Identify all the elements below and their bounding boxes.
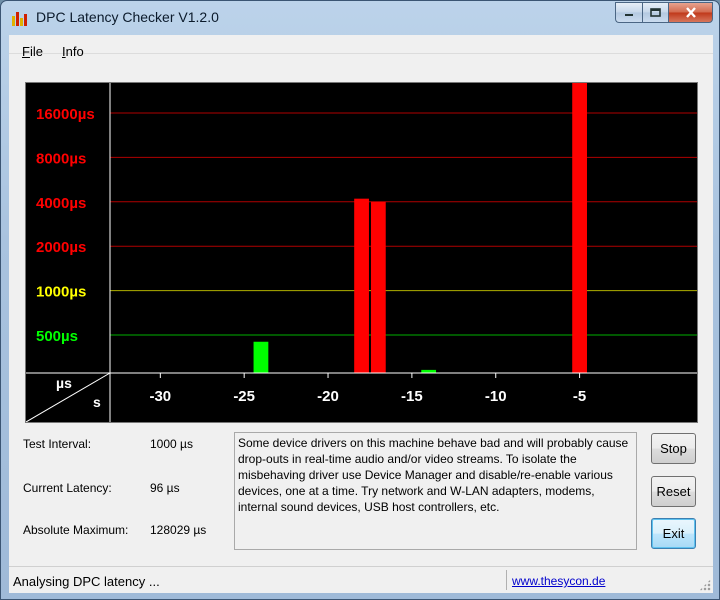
y-tick-label: 8000µs bbox=[36, 150, 86, 167]
title-bar[interactable]: DPC Latency Checker V1.2.0 bbox=[1, 1, 719, 35]
latency-graph: 16000µs 8000µs 4000µs 2000µs 1000µs 500µs µs s -… bbox=[25, 82, 698, 423]
close-icon bbox=[685, 7, 696, 18]
x-tick-label: -5 bbox=[573, 388, 586, 405]
y-tick-label: 4000µs bbox=[36, 195, 86, 212]
menu-file-accel: F bbox=[22, 44, 30, 59]
status-bar: Analysing DPC latency ... www.thesycon.d… bbox=[9, 566, 713, 593]
maximize-button[interactable] bbox=[642, 2, 668, 23]
test-interval-value: 1000 µs bbox=[150, 437, 193, 451]
minimize-icon bbox=[625, 13, 633, 16]
menu-bar: File Info bbox=[9, 35, 713, 59]
resize-grip[interactable] bbox=[699, 579, 711, 591]
x-tick-label: -20 bbox=[317, 388, 339, 405]
x-tick-label: -15 bbox=[401, 388, 423, 405]
y-tick-label: 2000µs bbox=[36, 239, 86, 256]
website-link[interactable]: www.thesycon.de bbox=[512, 574, 605, 588]
y-tick-label: 1000µs bbox=[36, 284, 86, 301]
caption-buttons bbox=[615, 2, 713, 23]
diagnosis-message: Some device drivers on this machine beha… bbox=[234, 432, 637, 550]
test-interval-label: Test Interval: bbox=[23, 437, 92, 451]
absolute-maximum-label: Absolute Maximum: bbox=[23, 523, 129, 537]
window-title: DPC Latency Checker V1.2.0 bbox=[36, 9, 219, 25]
axis-corner-seconds: s bbox=[93, 394, 101, 410]
y-tick-label: 16000µs bbox=[36, 106, 95, 123]
client-area: File Info 16000µs 8000µs 4000µs 2000µs 1000µ… bbox=[9, 35, 713, 593]
menu-file[interactable]: File bbox=[22, 44, 43, 59]
x-tick-label: -25 bbox=[233, 388, 255, 405]
app-window: DPC Latency Checker V1.2.0 File Info 160… bbox=[0, 0, 720, 600]
status-text: Analysing DPC latency ... bbox=[13, 574, 160, 589]
absolute-maximum-value: 128029 µs bbox=[150, 523, 207, 537]
reset-button[interactable]: Reset bbox=[651, 476, 696, 507]
latency-bar bbox=[370, 201, 386, 373]
latency-bar bbox=[253, 341, 269, 373]
latency-bar bbox=[354, 198, 369, 373]
minimize-button[interactable] bbox=[615, 2, 642, 23]
close-button[interactable] bbox=[668, 2, 713, 23]
latency-chart: 16000µs 8000µs 4000µs 2000µs 1000µs 500µs µs s -… bbox=[26, 83, 697, 422]
exit-button[interactable]: Exit bbox=[651, 518, 696, 549]
stop-button[interactable]: Stop bbox=[651, 433, 696, 464]
y-tick-label: 500µs bbox=[36, 328, 78, 345]
latency-bar bbox=[572, 83, 587, 373]
current-latency-label: Current Latency: bbox=[23, 481, 112, 495]
menu-info[interactable]: Info bbox=[62, 44, 84, 59]
x-tick-label: -10 bbox=[485, 388, 507, 405]
x-tick-label: -30 bbox=[149, 388, 171, 405]
app-bars-icon bbox=[12, 12, 27, 26]
status-separator bbox=[506, 570, 507, 590]
menu-file-rest: ile bbox=[29, 44, 43, 59]
current-latency-value: 96 µs bbox=[150, 481, 180, 495]
axis-corner-unit: µs bbox=[56, 375, 72, 391]
maximize-icon bbox=[649, 7, 661, 17]
menu-info-rest: nfo bbox=[65, 44, 84, 59]
